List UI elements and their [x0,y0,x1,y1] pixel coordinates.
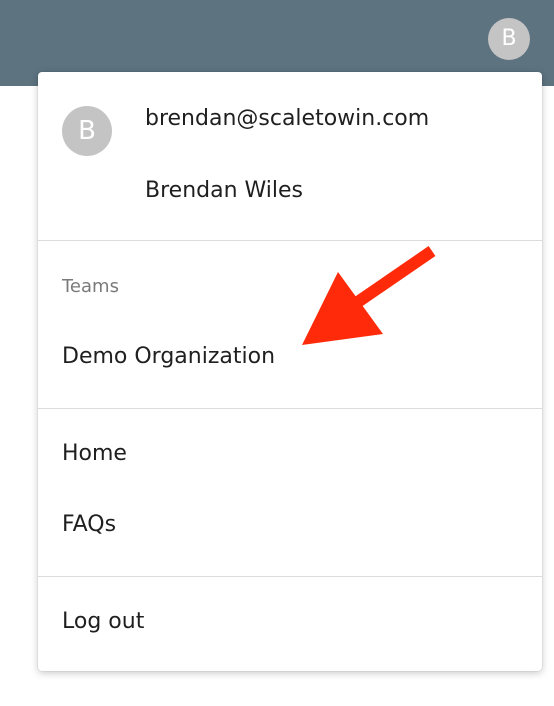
profile-section: B brendan@scaletowin.com Brendan Wiles [38,72,542,240]
user-email: brendan@scaletowin.com [145,106,430,131]
links-section: Home FAQs [38,409,542,576]
menu-item-home[interactable]: Home [38,428,542,484]
logout-label: Log out [62,609,145,634]
team-item-demo-organization[interactable]: Demo Organization [38,331,542,387]
user-avatar-button[interactable]: B [488,18,530,60]
menu-item-label: FAQs [62,512,117,537]
profile-avatar: B [62,106,112,156]
menu-item-faqs[interactable]: FAQs [38,499,542,555]
teams-section: Teams Demo Organization [38,241,542,408]
teams-heading: Teams [62,276,119,297]
menu-item-label: Home [62,441,127,466]
logout-section: Log out [38,577,542,671]
logout-button[interactable]: Log out [38,596,542,652]
team-item-label: Demo Organization [62,344,276,369]
user-name: Brendan Wiles [145,178,304,203]
account-dropdown-menu: B brendan@scaletowin.com Brendan Wiles T… [38,72,542,671]
